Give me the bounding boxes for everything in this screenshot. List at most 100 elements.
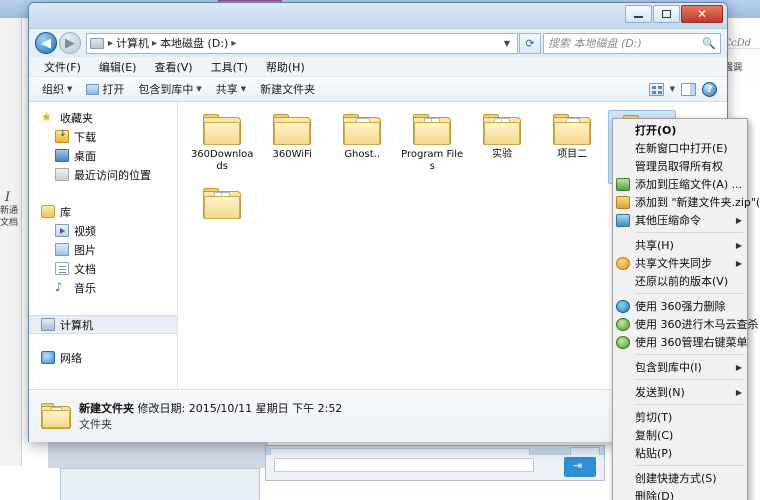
chevron-down-icon: ▼ <box>240 85 247 93</box>
context-menu-label: 包含到库中(I) <box>635 361 702 374</box>
context-menu-item-create-shortcut[interactable]: 创建快捷方式(S) <box>613 469 747 487</box>
sidebar-item-documents[interactable]: 文档 <box>29 259 177 278</box>
details-modified-value: 2015/10/11 星期日 下午 2:52 <box>188 401 343 415</box>
context-menu-separator <box>635 293 743 294</box>
menu-help[interactable]: 帮助(H) <box>257 59 314 75</box>
minimize-button[interactable] <box>625 5 652 23</box>
file-item-360downloads[interactable]: 360Downloads <box>188 110 256 184</box>
file-item-shiyan[interactable]: 实验 <box>468 110 536 184</box>
new-folder-label: 新建文件夹 <box>260 83 316 96</box>
details-line-1: 新建文件夹 修改日期: 2015/10/11 星期日 下午 2:52 <box>79 401 342 416</box>
back-button[interactable]: ◀ <box>35 32 57 54</box>
nav-spacer-3 <box>29 334 177 348</box>
star-icon: ★ <box>41 110 52 124</box>
sidebar-item-libraries[interactable]: 库 <box>29 202 177 221</box>
organize-button[interactable]: 组织 ▼ <box>35 81 79 97</box>
menu-tools[interactable]: 工具(T) <box>202 59 257 75</box>
include-label: 包含到库中 <box>138 83 194 96</box>
file-item-360wifi[interactable]: 360WiFi <box>258 110 326 184</box>
recent-places-icon <box>55 168 69 181</box>
context-menu-label: 使用 360强力删除 <box>635 300 726 313</box>
breadcrumb-local-disk[interactable]: 本地磁盘 (D:) <box>158 35 230 51</box>
folder-icon <box>553 114 592 145</box>
menu-view[interactable]: 查看(V) <box>145 59 201 75</box>
preview-pane-icon[interactable] <box>681 82 696 96</box>
open-button[interactable]: 打开 <box>79 81 131 97</box>
context-menu-label: 其他压缩命令 <box>635 214 701 227</box>
context-menu-item-take-ownership[interactable]: 管理员取得所有权 <box>613 157 747 175</box>
context-menu-item-360-trojan-scan[interactable]: 使用 360进行木马云查杀 <box>613 315 759 333</box>
background-italic-glyph: I <box>5 190 11 205</box>
context-menu-label: 发送到(N) <box>635 386 685 399</box>
libraries-group: 库 视频 图片 文档 ♪ 音乐 <box>29 202 177 297</box>
change-view-icon[interactable] <box>648 82 664 96</box>
window-titlebar[interactable]: ✕ <box>29 3 727 29</box>
sidebar-item-recent-places[interactable]: 最近访问的位置 <box>29 165 177 184</box>
maximize-button[interactable] <box>653 5 680 23</box>
folder-icon <box>203 188 242 219</box>
context-menu-item-add-to-archive[interactable]: 添加到压缩文件(A) ... <box>613 175 747 193</box>
address-dropdown-icon[interactable]: ▼ <box>500 39 514 48</box>
context-menu-item-open-new-window[interactable]: 在新窗口中打开(E) <box>613 139 747 157</box>
file-item-xiangmu-er[interactable]: 项目二 <box>538 110 606 184</box>
context-menu-item-other-archive-commands[interactable]: 其他压缩命令 ▶ <box>613 211 747 229</box>
context-menu-item-send-to[interactable]: 发送到(N) ▶ <box>613 383 747 401</box>
new-folder-button[interactable]: 新建文件夹 <box>253 81 322 97</box>
context-menu-label: 共享文件夹同步 <box>635 257 712 270</box>
include-in-library-button[interactable]: 包含到库中 ▼ <box>131 81 208 97</box>
context-menu-item-360-force-delete[interactable]: 使用 360强力删除 <box>613 297 747 315</box>
search-input[interactable]: 搜索 本地磁盘 (D:) 🔍 <box>543 32 721 54</box>
file-label: 项目二 <box>557 149 588 160</box>
forward-button[interactable]: ▶ <box>59 32 81 54</box>
close-button[interactable]: ✕ <box>681 5 723 23</box>
refresh-button[interactable]: ⟳ <box>519 32 541 54</box>
context-menu-item-copy[interactable]: 复制(C) <box>613 426 747 444</box>
sidebar-item-videos[interactable]: 视频 <box>29 221 177 240</box>
sidebar-item-music[interactable]: ♪ 音乐 <box>29 278 177 297</box>
computer-label: 计算机 <box>60 318 93 332</box>
context-menu-item-360-manage-context-menu[interactable]: 使用 360管理右键菜单 <box>613 333 748 351</box>
context-menu-item-shared-folder-sync[interactable]: 共享文件夹同步 ▶ <box>613 254 747 272</box>
background-bottom-window <box>60 468 260 500</box>
screen: I 新通 文档 bCcDd 显强调 ✕ ◀ ▶ ▸ <box>0 0 760 500</box>
context-menu-item-cut[interactable]: 剪切(T) <box>613 408 747 426</box>
submenu-arrow-icon: ▶ <box>735 215 742 225</box>
help-icon[interactable]: ? <box>702 81 717 97</box>
picture-icon <box>55 243 69 256</box>
folder-icon <box>273 114 312 145</box>
menu-file[interactable]: 文件(F) <box>35 59 90 75</box>
music-icon: ♪ <box>55 280 63 294</box>
menu-edit[interactable]: 编辑(E) <box>90 59 146 75</box>
sidebar-item-desktop[interactable]: 桌面 <box>29 146 177 165</box>
360-green-icon <box>616 335 630 349</box>
file-item-ghost[interactable]: Ghost.. <box>328 110 396 184</box>
context-menu-item-restore-previous-versions[interactable]: 还原以前的版本(V) <box>613 272 747 290</box>
share-button[interactable]: 共享 ▼ <box>209 81 253 97</box>
sidebar-item-pictures[interactable]: 图片 <box>29 240 177 259</box>
sidebar-item-downloads[interactable]: 下载 <box>29 127 177 146</box>
context-menu-item-share[interactable]: 共享(H) ▶ <box>613 236 747 254</box>
breadcrumb-computer[interactable]: 计算机 <box>114 35 151 51</box>
favorites-label: 收藏夹 <box>60 111 93 125</box>
sidebar-item-network[interactable]: 网络 <box>29 348 177 367</box>
details-modified-label: 修改日期: <box>137 401 186 415</box>
toolbar-right-group: ▼ ? <box>648 81 721 97</box>
context-menu[interactable]: 打开(O) 在新窗口中打开(E) 管理员取得所有权 添加到压缩文件(A) ...… <box>612 118 760 500</box>
sidebar-item-computer[interactable]: 计算机 <box>29 315 178 334</box>
context-menu-item-include-in-library[interactable]: 包含到库中(I) ▶ <box>613 358 747 376</box>
context-menu-item-open[interactable]: 打开(O) <box>613 121 747 139</box>
file-label: 360WiFi <box>272 149 312 160</box>
sidebar-item-favorites[interactable]: ★ 收藏夹 <box>29 108 177 127</box>
background-left-text: 新通 文档 <box>0 205 22 229</box>
context-menu-item-delete[interactable]: 删除(D) <box>613 487 747 500</box>
file-item-extra[interactable] <box>188 184 256 258</box>
file-item-program-files[interactable]: Program Files <box>398 110 466 184</box>
background-left-text-line1: 新通 <box>0 206 19 216</box>
context-menu-item-add-to-named-zip[interactable]: 添加到 "新建文件夹.zip"(T) <box>613 193 760 211</box>
address-bar[interactable]: ▸ 计算机 ▸ 本地磁盘 (D:) ▸ ▼ <box>86 32 518 54</box>
chevron-down-icon[interactable]: ▼ <box>670 85 675 93</box>
context-menu-item-paste[interactable]: 粘贴(P) <box>613 444 747 462</box>
video-icon <box>55 224 69 237</box>
submenu-arrow-icon: ▶ <box>735 387 742 397</box>
desktop-label: 桌面 <box>74 149 96 163</box>
